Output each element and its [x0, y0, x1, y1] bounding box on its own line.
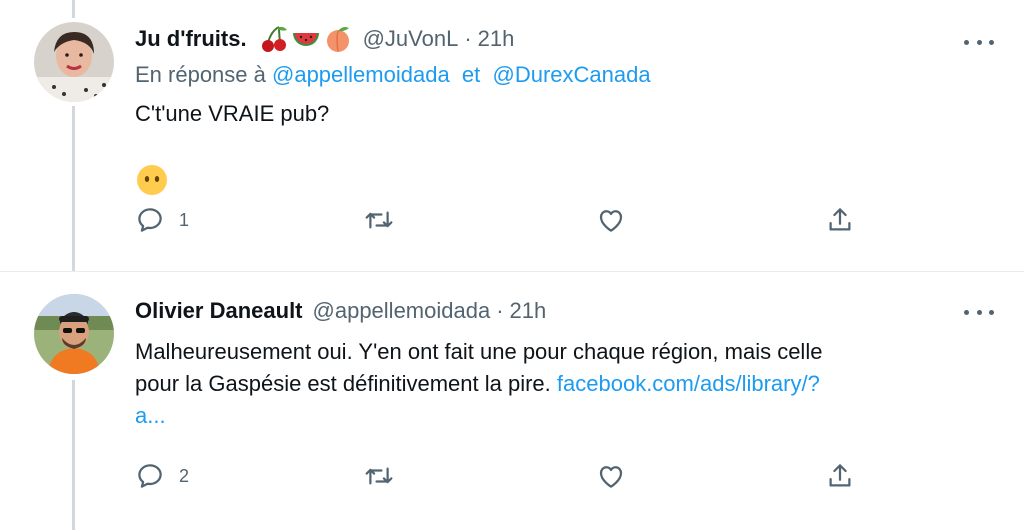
- reply-button[interactable]: 1: [135, 203, 189, 237]
- separator-dot: ·: [496, 298, 504, 323]
- reply-button[interactable]: 2: [135, 459, 189, 493]
- retweet-button[interactable]: [363, 203, 395, 237]
- reply-count: 2: [179, 465, 190, 486]
- mention-link[interactable]: @DurexCanada: [493, 62, 651, 87]
- tweet-header: Olivier Daneault @appellemoidada · 21h: [135, 296, 546, 326]
- like-button[interactable]: [595, 459, 627, 493]
- like-button[interactable]: [595, 203, 627, 237]
- heart-icon: [595, 461, 627, 491]
- share-button[interactable]: [825, 459, 855, 493]
- tweet-text-line: Malheureusement oui. Y'en ont fait une p…: [135, 339, 823, 364]
- author-handle[interactable]: @appellemoidada: [313, 298, 491, 324]
- reply-prefix: En réponse à: [135, 62, 266, 87]
- retweet-button[interactable]: [363, 459, 395, 493]
- tweet-1[interactable]: Ju d'fruits. @JuVonL · 21h En réponse à …: [0, 0, 1024, 272]
- author-name[interactable]: Ju d'fruits.: [135, 26, 247, 52]
- mention-link[interactable]: @appellemoidada: [272, 62, 450, 87]
- reply-count: 1: [179, 209, 190, 230]
- tweet-timestamp[interactable]: 21h: [478, 26, 515, 52]
- external-link[interactable]: facebook.com/ads/library/?: [557, 371, 820, 396]
- retweet-icon: [363, 205, 395, 235]
- author-name[interactable]: Olivier Daneault: [135, 298, 303, 324]
- heart-icon: [595, 205, 627, 235]
- retweet-icon: [363, 461, 395, 491]
- reply-icon: [135, 205, 165, 235]
- reply-and: et: [461, 62, 481, 87]
- more-options-icon[interactable]: [964, 32, 994, 52]
- more-options-icon[interactable]: [964, 302, 994, 322]
- share-icon: [825, 205, 855, 235]
- reply-context: En réponse à @appellemoidada et @DurexCa…: [135, 62, 651, 88]
- author-handle[interactable]: @JuVonL: [363, 26, 459, 52]
- external-link-continued[interactable]: a...: [135, 400, 995, 432]
- cherries-icon: [259, 25, 289, 53]
- separator-dot: ·: [464, 26, 472, 51]
- tweet-text: C't'une VRAIE pub?: [135, 101, 330, 126]
- tweet-text: Malheureusement oui. Y'en ont fait une p…: [135, 336, 995, 432]
- no-mouth-face-icon: [136, 164, 168, 201]
- tweet-timestamp[interactable]: 21h: [510, 298, 547, 324]
- name-emojis: [259, 25, 353, 53]
- tweet-header: Ju d'fruits. @JuVonL · 21h: [135, 24, 514, 54]
- reply-icon: [135, 461, 165, 491]
- peach-icon: [323, 25, 353, 53]
- avatar[interactable]: [34, 22, 114, 102]
- watermelon-icon: [291, 25, 321, 53]
- share-button[interactable]: [825, 203, 855, 237]
- tweet-text-line: pour la Gaspésie est définitivement la p…: [135, 368, 995, 400]
- share-icon: [825, 461, 855, 491]
- avatar[interactable]: [34, 294, 114, 374]
- tweet-text-segment: pour la Gaspésie est définitivement la p…: [135, 371, 551, 396]
